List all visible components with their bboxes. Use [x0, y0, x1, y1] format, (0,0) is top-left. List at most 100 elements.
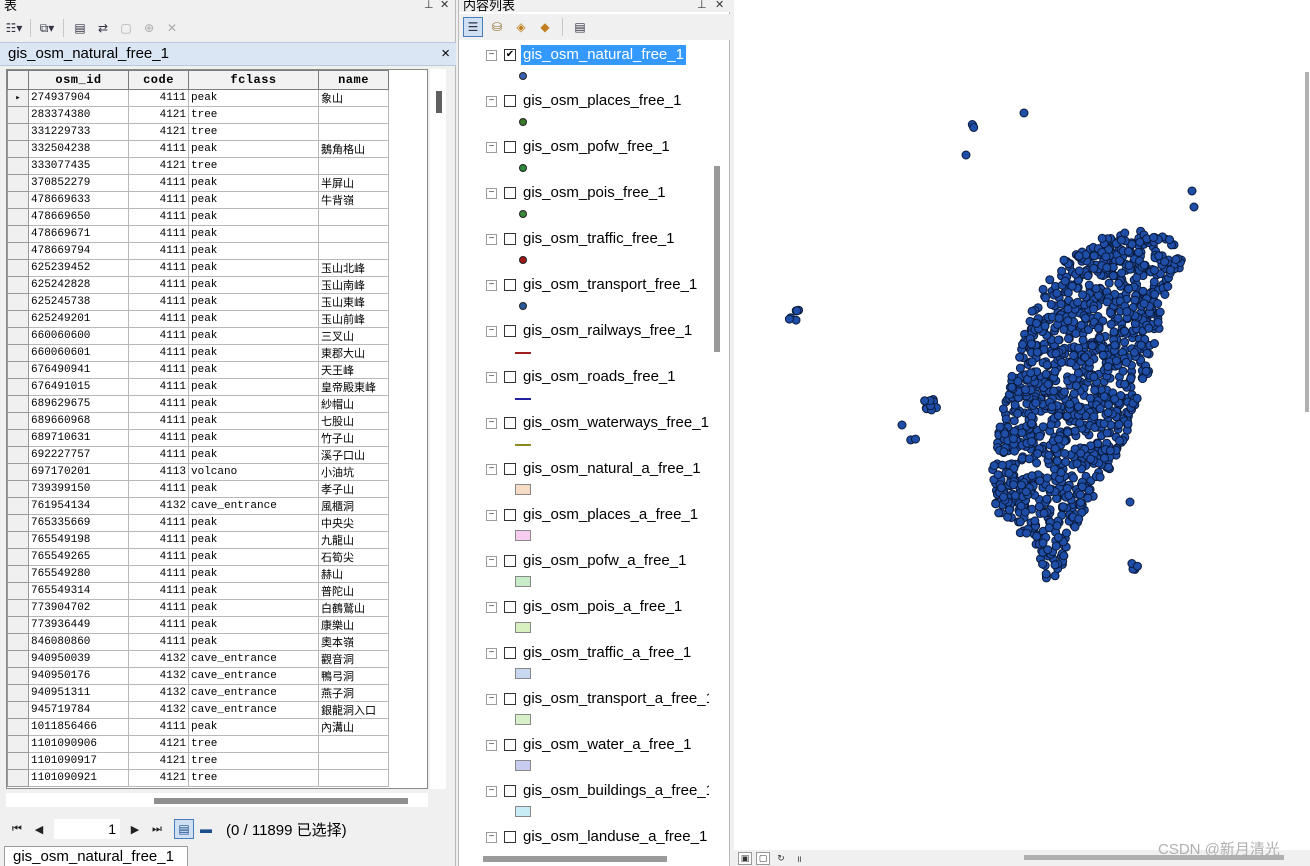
cell-id[interactable]: 1101090906: [28, 735, 129, 753]
cell-fclass[interactable]: peak: [188, 616, 319, 634]
feature-point[interactable]: [1076, 498, 1086, 507]
cell-id[interactable]: 945719784: [28, 701, 129, 719]
layer-symbol-polygon[interactable]: [515, 622, 531, 633]
close-icon[interactable]: ✕: [440, 0, 449, 11]
collapse-icon[interactable]: −: [486, 510, 497, 521]
feature-point[interactable]: [1133, 561, 1142, 571]
cell-code[interactable]: 4113: [128, 463, 189, 481]
feature-point[interactable]: [1075, 490, 1085, 500]
table-row[interactable]: 625239452 4111 peak 玉山北峰: [7, 259, 389, 277]
feature-point[interactable]: [1114, 420, 1124, 429]
feature-point[interactable]: [1019, 108, 1029, 118]
row-selector[interactable]: [7, 344, 29, 362]
feature-point[interactable]: [1155, 307, 1165, 317]
feature-point[interactable]: [1070, 426, 1080, 436]
feature-point[interactable]: [1041, 569, 1051, 579]
row-selector[interactable]: [7, 565, 29, 583]
cell-id[interactable]: 765549280: [28, 565, 129, 583]
layer-name[interactable]: gis_osm_buildings_a_free_1: [521, 781, 709, 801]
feature-point[interactable]: [1114, 278, 1124, 288]
cell-name[interactable]: 七股山: [318, 412, 389, 430]
layer-name[interactable]: gis_osm_places_free_1: [521, 91, 683, 111]
layer-name[interactable]: gis_osm_traffic_free_1: [521, 229, 676, 249]
layer-name[interactable]: gis_osm_pofw_a_free_1: [521, 551, 688, 571]
feature-point[interactable]: [1154, 251, 1164, 261]
row-selector[interactable]: [7, 242, 29, 260]
cell-fclass[interactable]: peak: [188, 514, 319, 532]
layer-item[interactable]: − gis_osm_roads_free_1: [459, 364, 709, 410]
feature-point[interactable]: [1007, 371, 1017, 381]
cell-fclass[interactable]: peak: [188, 140, 319, 158]
feature-point[interactable]: [1139, 260, 1149, 270]
related-tables-icon[interactable]: ⧉▾: [37, 18, 57, 38]
cell-code[interactable]: 4111: [128, 548, 189, 566]
cell-name[interactable]: [318, 208, 389, 226]
feature-point[interactable]: [1074, 251, 1084, 261]
cell-name[interactable]: [318, 769, 389, 787]
table-row[interactable]: 625242828 4111 peak 玉山南峰: [7, 276, 389, 294]
feature-point[interactable]: [1097, 233, 1107, 243]
feature-point[interactable]: [1052, 521, 1062, 531]
cell-fclass[interactable]: cave_entrance: [188, 497, 319, 515]
feature-point[interactable]: [1132, 393, 1142, 403]
layer-visibility-checkbox[interactable]: [504, 463, 516, 475]
table-row[interactable]: 940951311 4132 cave_entrance 燕子洞: [7, 684, 389, 702]
cell-code[interactable]: 4111: [128, 327, 189, 345]
feature-point[interactable]: [1017, 428, 1027, 438]
feature-point[interactable]: [1099, 392, 1109, 401]
feature-point[interactable]: [1059, 551, 1069, 561]
cell-fclass[interactable]: peak: [188, 89, 319, 107]
feature-point[interactable]: [996, 483, 1006, 493]
row-selector[interactable]: [7, 378, 29, 396]
feature-point[interactable]: [1163, 282, 1173, 291]
table-row[interactable]: 625245738 4111 peak 玉山東峰: [7, 293, 389, 311]
feature-point[interactable]: [1008, 434, 1018, 444]
feature-point[interactable]: [1030, 516, 1040, 526]
cell-code[interactable]: 4121: [128, 769, 189, 787]
feature-point[interactable]: [920, 396, 930, 406]
cell-name[interactable]: 奧本嶺: [318, 633, 389, 651]
feature-point[interactable]: [1074, 514, 1084, 524]
cell-fclass[interactable]: peak: [188, 293, 319, 311]
layer-symbol-polygon[interactable]: [515, 714, 531, 725]
layer-name[interactable]: gis_osm_natural_free_1: [520, 44, 687, 66]
layer-visibility-checkbox[interactable]: [504, 785, 516, 797]
feature-point[interactable]: [1042, 473, 1052, 483]
cell-name[interactable]: 銀龍洞入口: [318, 701, 389, 719]
cell-code[interactable]: 4111: [128, 174, 189, 192]
cell-id[interactable]: 739399150: [28, 480, 129, 498]
table-row[interactable]: 940950039 4132 cave_entrance 觀音洞: [7, 650, 389, 668]
layer-symbol-line[interactable]: [515, 444, 531, 446]
table-row[interactable]: 689660968 4111 peak 七股山: [7, 412, 389, 430]
cell-name[interactable]: 玉山南峰: [318, 276, 389, 294]
zoom-to-selected-icon[interactable]: ⊕: [139, 18, 159, 38]
cell-name[interactable]: 牛背嶺: [318, 191, 389, 209]
collapse-icon[interactable]: −: [486, 556, 497, 567]
feature-point[interactable]: [1116, 235, 1126, 245]
feature-point[interactable]: [1058, 502, 1068, 512]
cell-id[interactable]: 625242828: [28, 276, 129, 294]
table-row[interactable]: 846080860 4111 peak 奧本嶺: [7, 633, 389, 651]
cell-name[interactable]: 鵝角格山: [318, 140, 389, 158]
cell-code[interactable]: 4111: [128, 633, 189, 651]
feature-point[interactable]: [1009, 480, 1019, 490]
feature-point[interactable]: [1041, 369, 1051, 379]
show-selected-records-icon[interactable]: ▬: [196, 819, 216, 839]
feature-point[interactable]: [1027, 437, 1037, 446]
layer-item[interactable]: − gis_osm_water_a_free_1: [459, 732, 709, 778]
map-canvas[interactable]: [734, 0, 1304, 850]
collapse-icon[interactable]: −: [486, 464, 497, 475]
feature-point[interactable]: [1071, 381, 1081, 391]
table-row[interactable]: 625249201 4111 peak 玉山前峰: [7, 310, 389, 328]
table-row[interactable]: 765549314 4111 peak 普陀山: [7, 582, 389, 600]
cell-code[interactable]: 4111: [128, 344, 189, 362]
feature-point[interactable]: [1106, 308, 1115, 318]
select-by-attributes-icon[interactable]: ▤: [70, 18, 90, 38]
cell-code[interactable]: 4111: [128, 718, 189, 736]
feature-point[interactable]: [1078, 335, 1088, 345]
cell-id[interactable]: 478669650: [28, 208, 129, 226]
feature-point[interactable]: [1049, 386, 1059, 396]
row-selector[interactable]: [7, 106, 29, 124]
feature-point[interactable]: [1139, 299, 1149, 309]
table-row[interactable]: 1101090921 4121 tree: [7, 769, 389, 787]
